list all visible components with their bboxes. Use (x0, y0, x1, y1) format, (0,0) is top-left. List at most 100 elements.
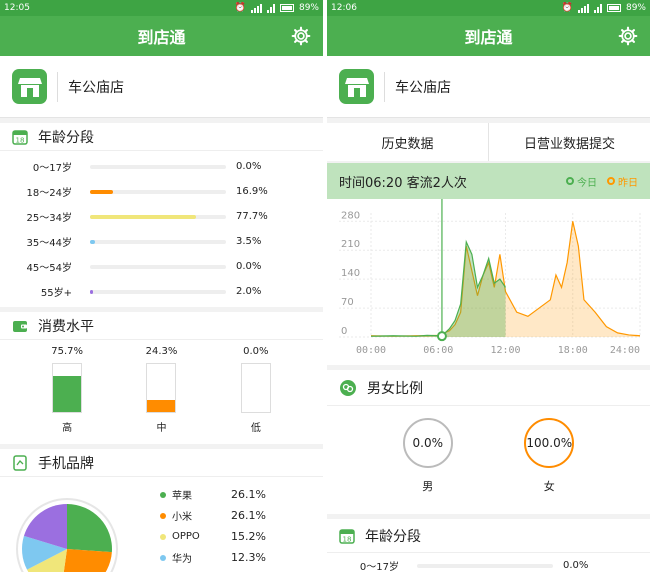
age-row-value: 3.5% (236, 236, 262, 247)
age-row: 18～24岁 16.9% (0, 179, 323, 204)
store-header[interactable]: 车公庙店 (327, 56, 650, 118)
cursor-point[interactable] (436, 331, 447, 342)
signal-icon (250, 3, 262, 13)
pie-slice (63, 549, 112, 572)
female-label: 女 (543, 480, 555, 493)
app-title-bar: 到店通 (327, 16, 650, 56)
age-section-title: 年龄分段 (365, 528, 421, 545)
consumption-column: 24.3% 中 (131, 346, 191, 444)
gender-icon (340, 379, 356, 396)
age-row-value: 0.0% (563, 560, 589, 571)
age-row: 45～54岁 0.0% (0, 254, 323, 279)
brand-name: 苹果 (172, 491, 192, 502)
age-section: 18 年龄分段 0～17岁 0.0% 18～24岁 16.9% 25～34岁 77.… (0, 123, 323, 307)
age-row-bar (90, 289, 226, 294)
left-screen: 12:05 ⏰ 89% 到店通 车公庙店 18 年龄分段 0～17岁 0.0% 1… (0, 0, 323, 572)
age-row-bar-fill (90, 189, 113, 194)
tab-daily-submit[interactable]: 日营业数据提交 (489, 123, 650, 161)
settings-gear-icon[interactable] (291, 26, 311, 46)
brand-legend-item: OPPO 15.2% (160, 526, 266, 547)
consumption-label: 低 (250, 423, 261, 434)
store-name: 车公庙店 (395, 79, 451, 96)
female-ratio: 100.0% (524, 418, 575, 468)
legend-today-marker (566, 177, 574, 185)
tab-history[interactable]: 历史数据 (327, 123, 489, 161)
brand-legend-dot (160, 512, 166, 519)
flow-chart-header: 时间06:20 客流2人次 今日 昨日 (327, 163, 650, 199)
age-row-label: 35～44岁 (26, 238, 72, 249)
x-tick-label: 18:00 (558, 345, 588, 356)
legend-today[interactable]: 今日 (566, 174, 597, 189)
brand-legend-item: 苹果 26.1% (160, 484, 266, 505)
age-section: 18 年龄分段 0～17岁 0.0% (327, 519, 650, 572)
consumption-bar (240, 363, 271, 413)
brand-legend-item: 华为 12.3% (160, 547, 266, 568)
status-bar: 12:06 ⏰ 89% (327, 0, 650, 16)
calendar-icon: 18 (339, 528, 355, 544)
female-stat: 100.0% 女 (524, 418, 575, 508)
age-section-title: 年龄分段 (38, 129, 94, 146)
app-title: 到店通 (137, 28, 186, 47)
legend-today-label: 今日 (577, 177, 597, 189)
alarm-icon: ⏰ (561, 3, 573, 13)
age-row-bar-fill (90, 289, 93, 294)
age-row: 35～44岁 3.5% (0, 229, 323, 254)
battery-level: 89% (625, 3, 646, 13)
consumption-value: 24.3% (145, 346, 178, 357)
male-label: 男 (422, 480, 434, 493)
status-time: 12:06 (331, 3, 357, 13)
right-screen: 12:06 ⏰ 89% 到店通 车公庙店 历史数据 日营业数据提交 时间06:2… (327, 0, 650, 572)
y-tick-label: 140 (341, 268, 360, 279)
app-title: 到店通 (464, 28, 513, 47)
age-row-label: 55岁+ (40, 288, 72, 299)
store-header[interactable]: 车公庙店 (0, 56, 323, 118)
consumption-section-header: 消费水平 (0, 312, 323, 340)
legend-yesterday-marker (607, 177, 615, 185)
x-tick-label: 00:00 (356, 345, 386, 356)
battery-icon (279, 4, 294, 12)
brand-name: OPPO (172, 531, 200, 542)
wifi-icon (266, 3, 275, 13)
brand-value: 26.1% (231, 509, 266, 522)
consumption-column: 0.0% 低 (226, 346, 286, 444)
age-row: 0～17岁 0.0% (327, 553, 650, 572)
brand-value: 26.1% (231, 488, 266, 501)
phone-icon (13, 454, 27, 471)
flow-readout: 时间06:20 客流2人次 (339, 175, 467, 191)
age-row-label: 18～24岁 (26, 188, 72, 199)
legend-yesterday[interactable]: 昨日 (607, 174, 638, 189)
x-tick-label: 12:00 (490, 345, 520, 356)
data-tabs: 历史数据 日营业数据提交 (327, 123, 650, 161)
male-ratio: 0.0% (402, 418, 453, 468)
brand-legend-item: 小米 26.1% (160, 505, 266, 526)
brand-pie-chart (16, 498, 118, 572)
svg-text:18: 18 (343, 535, 352, 543)
age-row-value: 16.9% (236, 186, 268, 197)
brand-legend-dot (160, 554, 166, 561)
brand-legend-dot (160, 491, 166, 498)
battery-level: 89% (298, 3, 319, 13)
consumption-bar-fill (147, 400, 176, 412)
age-row-label: 0～17岁 (359, 562, 399, 572)
consumption-value: 75.7% (51, 346, 84, 357)
age-row: 55岁+ 2.0% (0, 279, 323, 304)
settings-gear-icon[interactable] (618, 26, 638, 46)
age-row-bar (90, 239, 226, 244)
battery-icon (606, 4, 621, 12)
consumption-label: 高 (62, 423, 73, 434)
age-row: 25～34岁 77.7% (0, 204, 323, 229)
age-row-value: 0.0% (236, 261, 262, 272)
brand-legend-dot (160, 533, 166, 540)
age-row-value: 0.0% (236, 161, 262, 172)
calendar-icon: 18 (12, 129, 28, 145)
age-row-value: 2.0% (236, 286, 262, 297)
y-tick-label: 70 (341, 297, 354, 308)
wallet-icon (13, 320, 27, 332)
brand-name: 华为 (172, 554, 192, 565)
consumption-bar (146, 363, 177, 413)
age-row-bar (90, 164, 226, 169)
flow-line-chart[interactable]: 0 70 140 210 280 00:00 06:00 12:00 18:00 24:00 (327, 199, 650, 365)
gender-section-title: 男女比例 (367, 380, 423, 397)
y-tick-label: 0 (341, 326, 347, 337)
brand-name: 小米 (172, 512, 192, 523)
